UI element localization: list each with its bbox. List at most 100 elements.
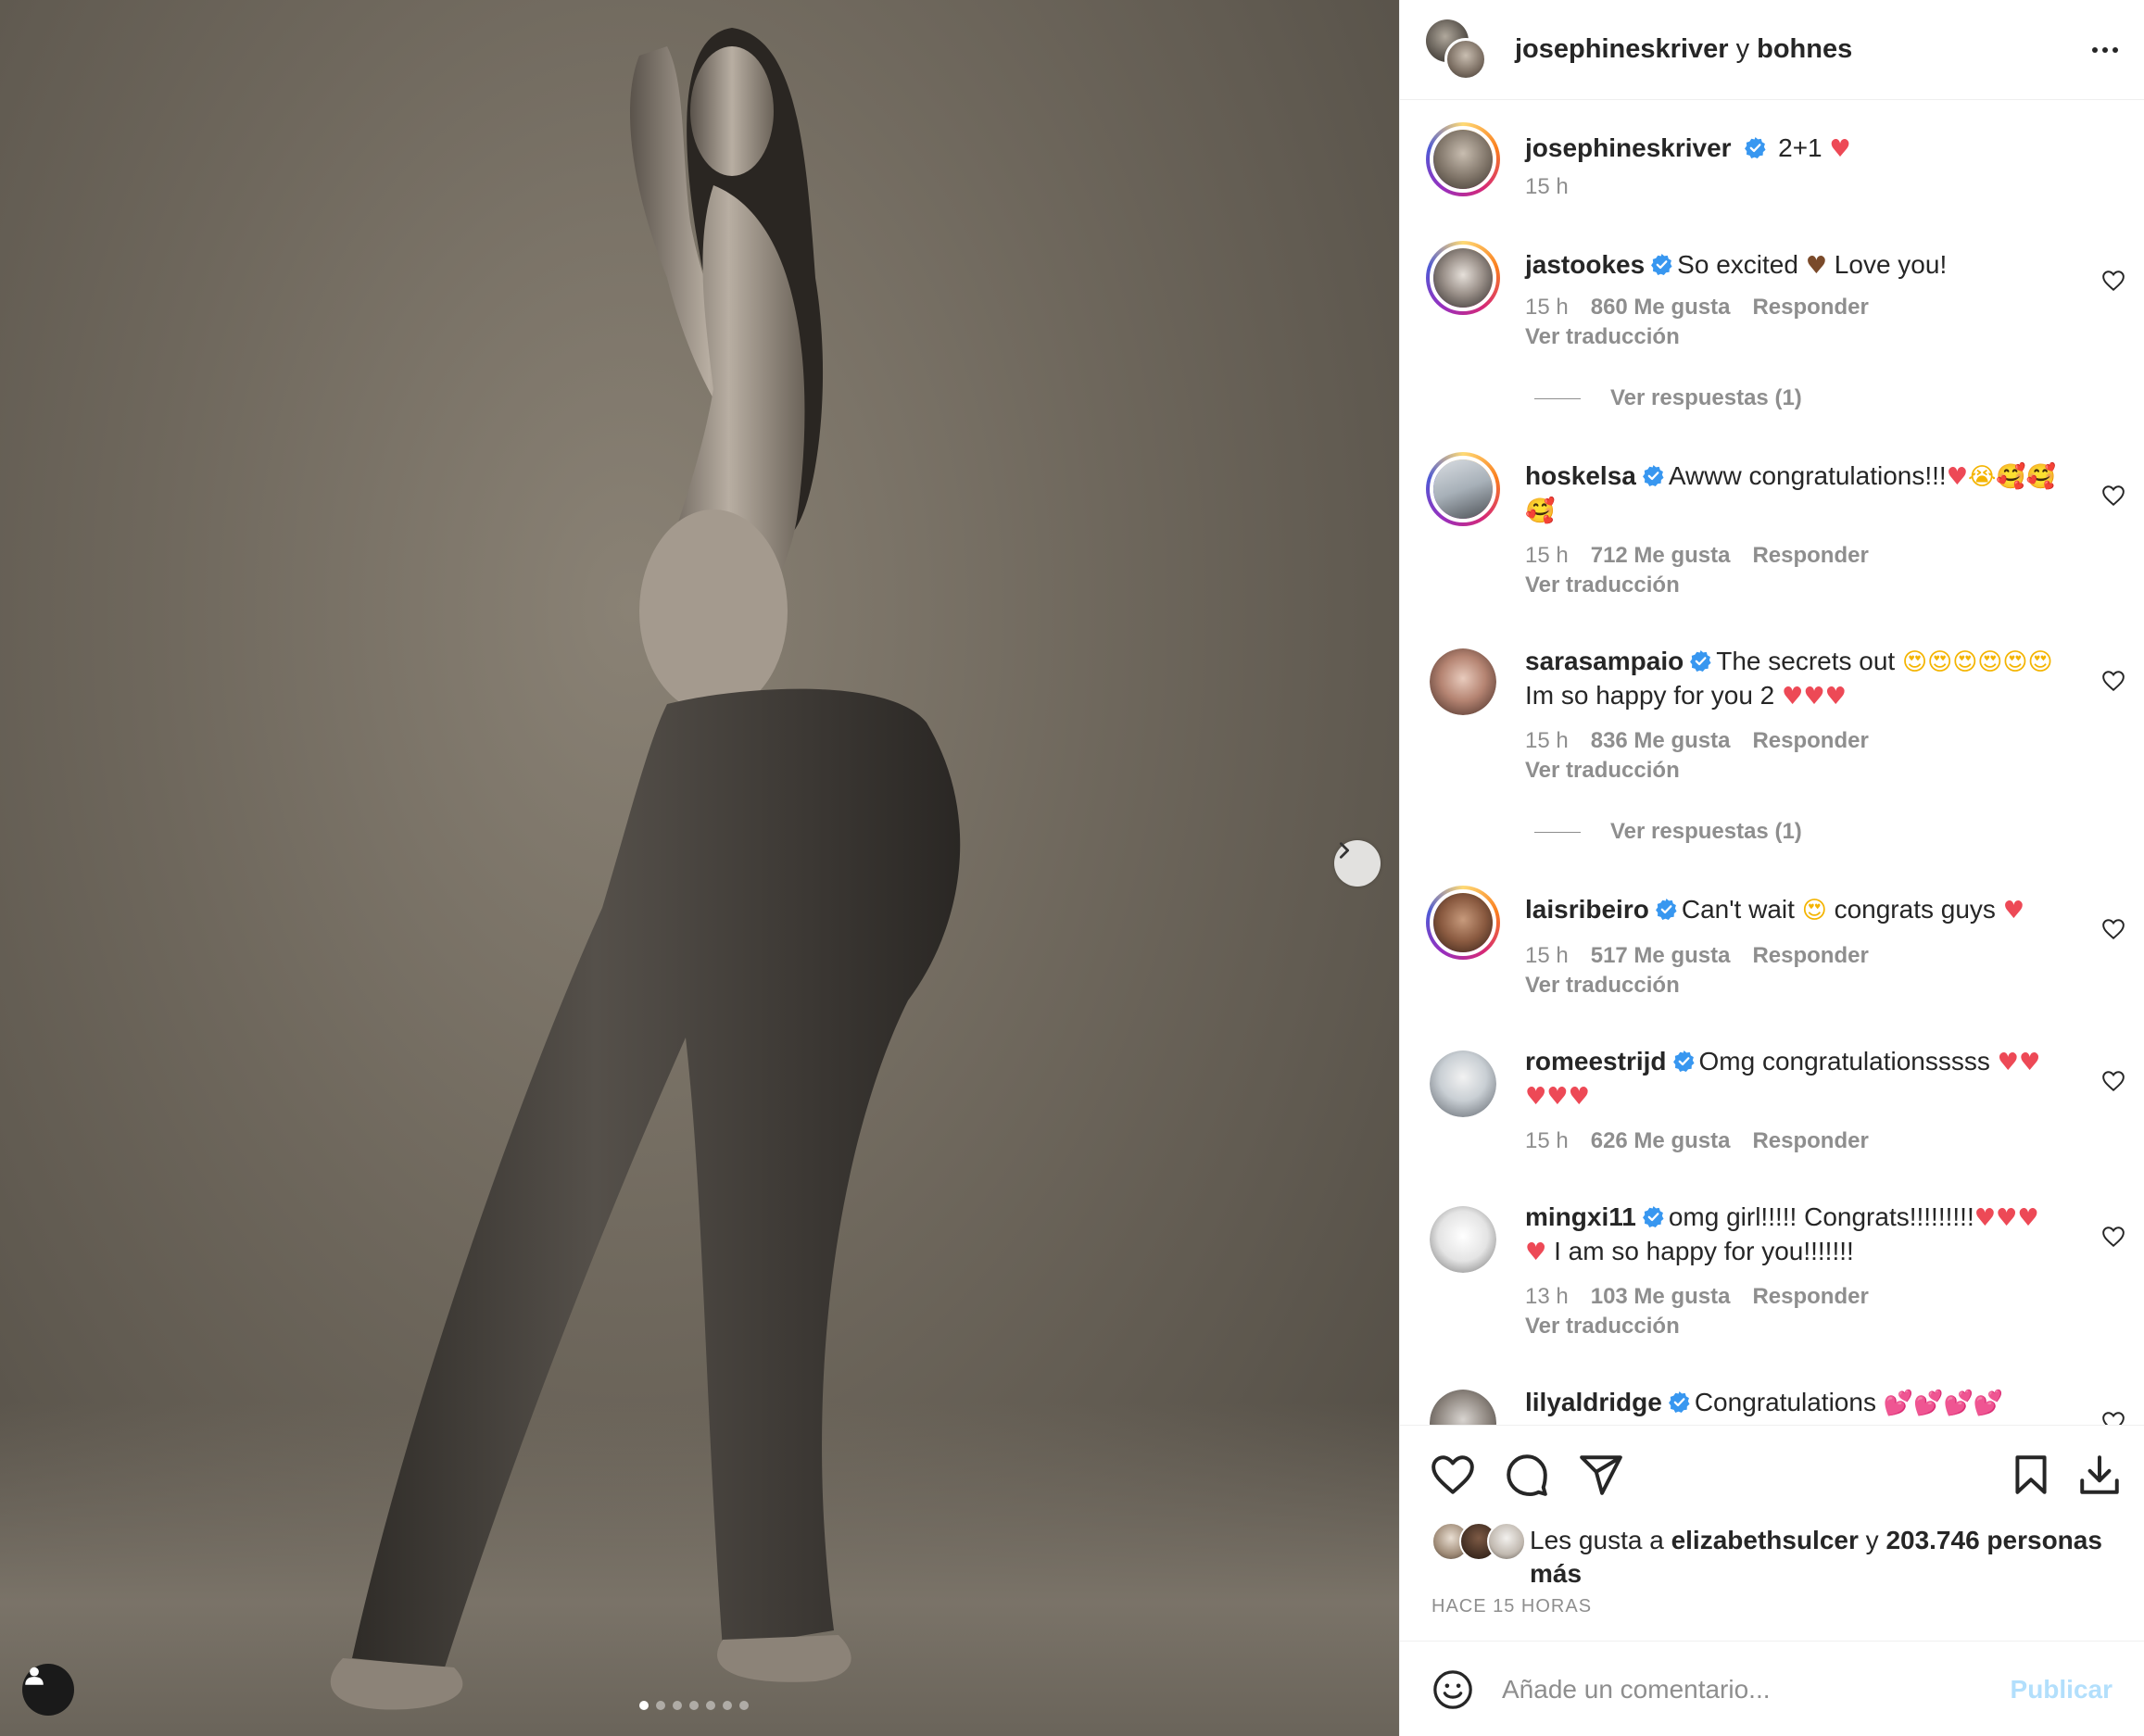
likes-summary: Les gusta a elizabethsulcer y 203.746 pe… — [1431, 1522, 2132, 1591]
user-tag-button[interactable] — [22, 1664, 74, 1716]
avatar[interactable] — [1426, 886, 1500, 960]
comment-likes[interactable]: 103 Me gusta — [1591, 1284, 1731, 1310]
post-timestamp[interactable]: HACE 15 HORAS — [1431, 1596, 1592, 1617]
save-icon[interactable] — [2008, 1452, 2054, 1498]
translate-button[interactable]: Ver traducción — [1525, 1314, 1680, 1340]
comment-text: sarasampaio The secrets out 😍😍😍😍😍😍 Im so … — [1525, 645, 2059, 713]
comment-time: 15 h — [1525, 543, 1569, 568]
comment-likes[interactable]: 517 Me gusta — [1591, 943, 1731, 969]
caption-username[interactable]: josephineskriver — [1525, 133, 1732, 162]
comment-like-icon[interactable] — [2101, 1410, 2125, 1425]
red-heart-icon: ♥ — [2002, 897, 2024, 925]
red-heart-icon: ♥ — [1946, 463, 1969, 491]
comment-username[interactable]: laisribeiro — [1525, 895, 1649, 924]
post-authors: josephineskriver y bohnes — [1515, 34, 1852, 65]
comment-like-icon[interactable] — [2101, 1225, 2125, 1249]
avatar[interactable] — [1430, 1390, 1496, 1425]
comment-body: omg girl!!!!! Congrats!!!!!!!!! — [1668, 1202, 1974, 1231]
verified-badge-icon — [1690, 650, 1711, 672]
likes-conjunction: y — [1865, 1526, 1879, 1554]
comment-username[interactable]: mingxi11 — [1525, 1202, 1636, 1231]
comment-username[interactable]: lilyaldridge — [1525, 1388, 1662, 1416]
coauthor-username[interactable]: bohnes — [1757, 34, 1852, 64]
reply-button[interactable]: Responder — [1752, 728, 1868, 754]
avatar[interactable] — [1426, 241, 1500, 315]
avatar[interactable] — [1426, 452, 1500, 526]
view-replies-button[interactable]: Ver respuestas (1) — [1534, 819, 1802, 845]
verified-badge-icon — [1672, 1050, 1695, 1072]
verified-badge-icon — [1642, 465, 1664, 486]
more-icon[interactable] — [2092, 46, 2118, 53]
comment-body-line2: Im so happy for you 2 — [1525, 681, 1775, 710]
translate-button[interactable]: Ver traducción — [1525, 758, 1680, 784]
comment-like-icon[interactable] — [2101, 669, 2125, 693]
pink-hearts-icon: 💕💕💕💕 — [1883, 1390, 2004, 1417]
comment-likes[interactable]: 712 Me gusta — [1591, 543, 1731, 569]
author-avatars[interactable] — [1426, 19, 1487, 81]
view-replies-button[interactable]: Ver respuestas (1) — [1534, 385, 1802, 411]
comment-username[interactable]: sarasampaio — [1525, 647, 1684, 675]
replies-divider — [1534, 397, 1581, 399]
comment-body: Awww congratulations!!! — [1668, 461, 1947, 490]
crying-face-icon: 😭 — [1968, 463, 1997, 491]
red-heart-icon: ♥♥♥ — [1782, 683, 1847, 711]
reply-button[interactable]: Responder — [1752, 943, 1868, 969]
like-icon[interactable] — [1430, 1452, 1476, 1498]
translate-button[interactable]: Ver traducción — [1525, 572, 1680, 598]
download-icon[interactable] — [2076, 1452, 2123, 1498]
reply-button[interactable]: Responder — [1752, 543, 1868, 569]
comment-like-icon[interactable] — [2101, 917, 2125, 941]
carousel-indicator — [639, 1701, 749, 1710]
comment-body: So excited — [1677, 250, 1798, 279]
liker-username[interactable]: elizabethsulcer — [1671, 1526, 1859, 1554]
user-tag-icon — [25, 1667, 44, 1685]
post-photo — [0, 0, 1399, 1736]
comment-icon[interactable] — [1504, 1452, 1550, 1498]
comment-likes[interactable]: 860 Me gusta — [1591, 295, 1731, 321]
reply-button[interactable]: Responder — [1752, 295, 1868, 321]
carousel-dot — [739, 1701, 749, 1710]
comment-likes[interactable]: 626 Me gusta — [1591, 1128, 1731, 1154]
avatar[interactable] — [1426, 122, 1500, 196]
author-username[interactable]: josephineskriver — [1515, 34, 1729, 64]
comment-like-icon[interactable] — [2101, 1069, 2125, 1093]
brown-heart-icon: ♥ — [1805, 252, 1828, 280]
comments-list[interactable]: josephineskriver 2+1 ♥ 15 h jastookes So … — [1400, 100, 2144, 1425]
comment-username[interactable]: romeestrijd — [1525, 1047, 1667, 1076]
avatar[interactable] — [1430, 1050, 1496, 1117]
comment-time: 15 h — [1525, 295, 1569, 320]
reply-button[interactable]: Responder — [1752, 1128, 1868, 1154]
authors-conjunction: y — [1735, 34, 1750, 64]
comment-username[interactable]: jastookes — [1525, 250, 1645, 279]
comment-input[interactable] — [1502, 1674, 2011, 1705]
heart-eyes-icon: 😍 — [1801, 897, 1827, 925]
avatar[interactable] — [1430, 1206, 1496, 1273]
comment-like-icon[interactable] — [2101, 484, 2125, 508]
translate-button[interactable]: Ver traducción — [1525, 324, 1680, 350]
photo-figure-illustration — [330, 28, 961, 1710]
comment-time: 15 h — [1525, 1128, 1569, 1153]
publish-button[interactable]: Publicar — [2011, 1675, 2112, 1705]
comment-like-icon[interactable] — [2101, 269, 2125, 293]
add-comment-bar: Publicar — [1400, 1641, 2144, 1736]
comment-likes[interactable]: 836 Me gusta — [1591, 728, 1731, 754]
comment-body: Can't wait — [1681, 895, 1795, 924]
avatar — [1444, 37, 1487, 81]
comment-text: mingxi11 omg girl!!!!! Congrats!!!!!!!!!♥… — [1525, 1201, 2059, 1269]
avatar — [1487, 1522, 1526, 1561]
verified-badge-icon — [1745, 137, 1766, 158]
comment-username[interactable]: hoskelsa — [1525, 461, 1636, 490]
comment-meta: 15 h 860 Me gusta Responder — [1525, 295, 1869, 321]
avatar[interactable] — [1430, 648, 1496, 715]
carousel-dot — [723, 1701, 732, 1710]
comment-body-end: Love you! — [1834, 250, 1948, 279]
view-replies-label: Ver respuestas (1) — [1610, 819, 1802, 844]
share-icon[interactable] — [1578, 1452, 1624, 1498]
emoji-icon[interactable] — [1431, 1668, 1474, 1711]
caption-time: 15 h — [1525, 174, 1569, 199]
reply-button[interactable]: Responder — [1752, 1284, 1868, 1310]
carousel-dot — [639, 1701, 649, 1710]
translate-button[interactable]: Ver traducción — [1525, 973, 1680, 999]
liker-avatars[interactable] — [1431, 1522, 1530, 1561]
next-photo-button[interactable] — [1334, 840, 1381, 887]
